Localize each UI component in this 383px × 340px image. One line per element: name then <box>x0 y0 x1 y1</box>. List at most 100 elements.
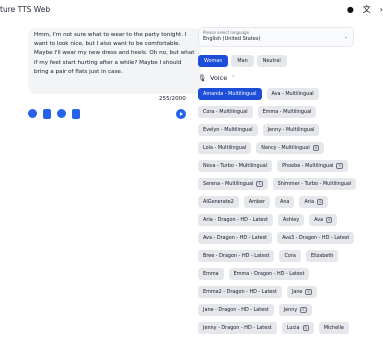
voice-chip[interactable]: Bree - Dragon - HD - Latest <box>198 250 275 262</box>
voice-chip-label: Cora <box>284 253 296 259</box>
voice-chip-label: Emma2 - Dragon - HD - Latest <box>203 289 277 295</box>
voice-row: Ava - Dragon - HD - Latest Ava3 - Dragon … <box>198 232 383 244</box>
sample-badge-icon: S <box>302 325 309 331</box>
voice-chip[interactable]: Ava3 - Dragon - HD - Latest <box>277 232 355 244</box>
voice-chip[interactable]: Nancy - Multilingual S <box>256 142 325 154</box>
voice-chip-label: Michelle <box>323 325 344 331</box>
tab-man[interactable]: Man <box>231 55 254 67</box>
voice-row: Serena - Multilingual S Shimmer - Turbo - … <box>198 178 383 190</box>
voice-row: Emma Emma - Dragon - HD - Latest <box>198 268 383 280</box>
voice-chip[interactable]: Michelle <box>318 322 349 334</box>
voice-chip[interactable]: Ava S <box>309 214 338 226</box>
voice-chip[interactable]: Jane - Dragon - HD - Latest <box>198 304 274 316</box>
voice-chip-label: Emma - Dragon - HD - Latest <box>233 271 305 277</box>
voice-chip[interactable]: Emma - Dragon - HD - Latest <box>228 268 310 280</box>
voice-chip-label: Amber <box>248 199 265 205</box>
voice-chip-label: Evelyn - Multilingual <box>203 127 253 133</box>
voice-chip-label: Ava - Dragon - HD - Latest <box>203 235 268 241</box>
tab-neutral[interactable]: Neutral <box>256 55 287 67</box>
voice-row: Nova - Turbo - Multilingual Phoebe - Mult… <box>198 160 383 172</box>
voice-row: Jenny - Dragon - HD - Latest Lucia S Michel… <box>198 322 383 334</box>
voice-chip-label: Nova - Turbo - Multilingual <box>203 163 268 169</box>
timer-icon[interactable] <box>57 109 66 118</box>
app-title: ture TTS Web <box>0 5 51 14</box>
voice-row: AIGenerate2 Amber Ana Aria S <box>198 196 383 208</box>
voice-chip[interactable]: Cora <box>279 250 301 262</box>
github-icon[interactable]: ● <box>347 4 354 16</box>
voice-chip[interactable]: Amanda - Multilingual <box>198 88 262 100</box>
voice-chip[interactable]: Evelyn - Multilingual <box>198 124 258 136</box>
sample-badge-icon: S <box>326 217 333 223</box>
voice-chip-label: Jane - Dragon - HD - Latest <box>203 307 269 313</box>
voice-list: Amanda - Multilingual Ava - Multilingual C… <box>198 88 383 340</box>
sample-badge-icon: S <box>305 289 312 295</box>
editor-actions <box>28 109 80 119</box>
language-select[interactable]: Please select language English (United S… <box>198 27 354 47</box>
voice-chip[interactable]: Ana <box>274 196 295 208</box>
character-counter: 255/2000 <box>159 96 186 102</box>
gender-tabs: Woman Man Neutral <box>198 55 287 67</box>
top-icons: ● 文 › <box>347 4 383 16</box>
voice-row: Lola - Multilingual Nancy - Multilingual S <box>198 142 383 154</box>
voice-chip-label: Ana <box>279 199 290 205</box>
voice-chip-label: Emma - Multilingual <box>262 109 312 115</box>
voice-chip[interactable]: Emma2 - Dragon - HD - Latest <box>198 286 282 298</box>
voice-chip-label: AIGenerate2 <box>203 199 234 205</box>
voice-chip-label: Jane <box>291 289 303 295</box>
voice-chip-label: Lola - Multilingual <box>203 145 247 151</box>
voice-chip[interactable]: Aria - Dragon - HD - Latest <box>198 214 273 226</box>
document-icon[interactable] <box>43 109 51 119</box>
chevron-up-icon: ⌃ <box>231 75 236 81</box>
tab-woman[interactable]: Woman <box>198 55 229 67</box>
voice-chip[interactable]: Jenny S <box>278 304 312 316</box>
voice-chip-label: Aria <box>304 199 315 205</box>
voice-chip-label: Elizabeth <box>310 253 334 259</box>
voice-chip-label: Jenny - Multilingual <box>267 127 315 133</box>
voice-chip-label: Amanda - Multilingual <box>203 91 257 97</box>
voice-chip[interactable]: Emma - Multilingual <box>257 106 317 118</box>
voice-row: Evelyn - Multilingual Jenny - Multilingua… <box>198 124 383 136</box>
voice-row: Aria - Dragon - HD - Latest Ashley Ava S <box>198 214 383 226</box>
sample-badge-icon: S <box>256 181 263 187</box>
voice-chip[interactable]: Nova - Turbo - Multilingual <box>198 160 273 172</box>
voice-chip-label: Ava <box>314 217 324 223</box>
voice-chip[interactable]: Cora - Multilingual <box>198 106 253 118</box>
language-select-value: English (United States) <box>203 36 261 42</box>
sample-badge-icon: S <box>312 145 320 151</box>
voice-chip-label: Shimmer - Turbo - Multilingual <box>277 181 352 187</box>
chevron-down-icon: ⌄ <box>343 34 348 40</box>
voice-chip[interactable]: Jane S <box>286 286 317 298</box>
voice-chip[interactable]: Ashley <box>277 214 305 226</box>
sample-badge-icon: S <box>336 163 343 169</box>
voice-row: Cora - Multilingual Emma - Multilingual <box>198 106 383 118</box>
voice-chip[interactable]: Aria S <box>299 196 329 208</box>
code-icon[interactable] <box>72 109 80 119</box>
text-input[interactable]: Hmm, I'm not sure what to wear to the pa… <box>28 28 201 94</box>
voice-chip-label: Lucia <box>286 325 300 331</box>
voice-chip-label: Serena - Multilingual <box>203 181 254 187</box>
voice-row: Bree - Dragon - HD - Latest Cora Elizabeth <box>198 250 383 262</box>
voice-chip[interactable]: Phoebe - Multilingual S <box>277 160 348 172</box>
sample-badge-icon: S <box>300 307 307 313</box>
voice-chip[interactable]: Jenny - Dragon - HD - Latest <box>198 322 277 334</box>
play-button[interactable] <box>176 109 186 119</box>
voice-chip-label: Jenny <box>283 307 298 313</box>
voice-chip[interactable]: Ava - Multilingual <box>266 88 319 100</box>
voice-chip-label: Ava - Multilingual <box>271 91 314 97</box>
voice-chip[interactable]: Serena - Multilingual S <box>198 178 268 190</box>
microphone-icon: 🎙 <box>198 74 207 82</box>
download-icon[interactable] <box>28 109 37 118</box>
voice-chip-label: Emma <box>203 271 219 277</box>
voice-chip[interactable]: Lucia S <box>281 322 314 334</box>
voice-chip[interactable]: Elizabeth <box>305 250 339 262</box>
voice-chip[interactable]: Ava - Dragon - HD - Latest <box>198 232 273 244</box>
translate-icon[interactable]: 文 <box>363 4 371 16</box>
voice-chip[interactable]: Shimmer - Turbo - Multilingual <box>272 178 357 190</box>
voice-chip-label: Nancy - Multilingual <box>261 145 310 151</box>
voice-chip[interactable]: Lola - Multilingual <box>198 142 252 154</box>
voice-chip[interactable]: Jenny - Multilingual <box>262 124 320 136</box>
voice-chip[interactable]: Emma <box>198 268 224 280</box>
voice-section-header[interactable]: 🎙 Voice ⌃ <box>198 74 235 82</box>
voice-chip[interactable]: Amber <box>243 196 270 208</box>
voice-chip[interactable]: AIGenerate2 <box>198 196 239 208</box>
